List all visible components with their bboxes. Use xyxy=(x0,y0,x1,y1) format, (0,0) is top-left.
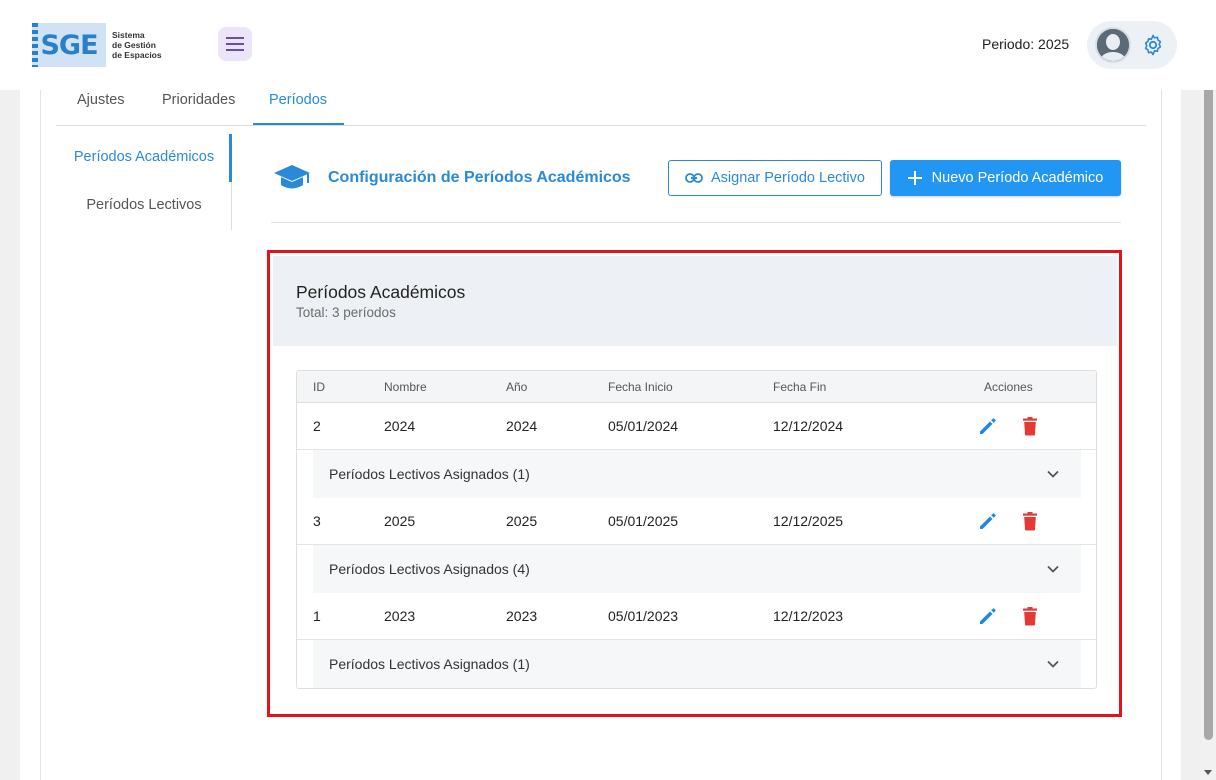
chevron-down-icon xyxy=(1047,660,1059,668)
chevron-down-icon xyxy=(1047,470,1059,478)
table-row: 2 2024 2024 05/01/2024 12/12/2024 xyxy=(297,403,1096,450)
assigned-periods-label: Períodos Lectivos Asignados (1) xyxy=(329,656,530,672)
edit-icon[interactable] xyxy=(977,605,999,627)
link-icon xyxy=(685,173,703,183)
assigned-periods-accordion[interactable]: Períodos Lectivos Asignados (1) xyxy=(313,450,1081,498)
graduation-cap-icon xyxy=(274,165,310,189)
cell-fecha-inicio: 05/01/2023 xyxy=(608,608,679,624)
periods-sidenav: Períodos Académicos Períodos Lectivos xyxy=(56,134,232,230)
column-header-acciones: Acciones xyxy=(984,380,1033,394)
cell-anio: 2025 xyxy=(506,513,538,529)
cell-fecha-fin: 12/12/2024 xyxy=(773,418,844,434)
column-header-fecha-inicio: Fecha Inicio xyxy=(608,380,673,394)
assign-period-button-label: Asignar Período Lectivo xyxy=(711,170,865,186)
logo-subtitle: Sistema de Gestión de Espacios xyxy=(112,30,162,60)
gear-icon[interactable] xyxy=(1141,33,1165,57)
plus-icon xyxy=(907,171,922,185)
sidenav-item-periodos-academicos[interactable]: Períodos Académicos xyxy=(56,149,232,165)
cell-nombre: 2023 xyxy=(384,608,416,624)
edit-icon[interactable] xyxy=(977,415,999,437)
logo-sub-line: de Gestión xyxy=(112,40,156,50)
cell-fecha-fin: 12/12/2025 xyxy=(773,513,844,529)
column-header-fecha-fin: Fecha Fin xyxy=(773,380,827,394)
delete-icon[interactable] xyxy=(1019,510,1041,532)
academic-periods-table: ID Nombre Año Fecha Inicio Fecha Fin Acc… xyxy=(296,370,1097,689)
chevron-down-icon xyxy=(1047,565,1059,573)
assigned-periods-label: Períodos Lectivos Asignados (4) xyxy=(329,561,530,577)
avatar[interactable] xyxy=(1095,27,1131,63)
cell-id: 2 xyxy=(313,418,321,434)
column-header-id: ID xyxy=(313,380,325,394)
new-academic-period-button[interactable]: Nuevo Período Académico xyxy=(890,160,1121,196)
new-academic-period-button-label: Nuevo Período Académico xyxy=(931,170,1104,186)
section-header: Configuración de Períodos Académicos Asi… xyxy=(271,150,1121,223)
settings-tabs: Ajustes Prioridades Períodos xyxy=(56,88,1146,126)
user-silhouette-icon xyxy=(1097,29,1129,61)
sidenav-item-periodos-lectivos[interactable]: Períodos Lectivos xyxy=(56,197,232,213)
page-title: Configuración de Períodos Académicos xyxy=(328,169,631,186)
delete-icon[interactable] xyxy=(1019,605,1041,627)
tab-periodos[interactable]: Períodos xyxy=(269,92,327,108)
cell-anio: 2024 xyxy=(506,418,538,434)
cell-fecha-fin: 12/12/2023 xyxy=(773,608,844,624)
tab-ajustes[interactable]: Ajustes xyxy=(77,92,125,108)
logo-sub-line: Sistema xyxy=(112,30,145,40)
current-period-label: Periodo: 2025 xyxy=(982,36,1070,52)
menu-toggle-button[interactable] xyxy=(218,27,252,61)
logo-mark: SGE xyxy=(32,23,106,67)
hamburger-icon xyxy=(226,37,244,51)
panel-total: Total: 3 períodos xyxy=(296,305,396,320)
cell-id: 3 xyxy=(313,513,321,529)
cell-fecha-inicio: 05/01/2024 xyxy=(608,418,679,434)
logo-sub-line: de Espacios xyxy=(112,50,162,60)
assign-period-button[interactable]: Asignar Período Lectivo xyxy=(668,160,882,196)
cell-fecha-inicio: 05/01/2025 xyxy=(608,513,679,529)
active-sidenav-indicator xyxy=(229,134,232,182)
panel-title: Períodos Académicos xyxy=(296,282,466,302)
assigned-periods-accordion[interactable]: Períodos Lectivos Asignados (1) xyxy=(313,640,1081,688)
table-row: 3 2025 2025 05/01/2025 12/12/2025 xyxy=(297,498,1096,545)
scroll-down-arrow-icon[interactable] xyxy=(1204,770,1212,775)
user-menu[interactable] xyxy=(1087,21,1177,69)
table-header: ID Nombre Año Fecha Inicio Fecha Fin Acc… xyxy=(297,371,1096,403)
assigned-periods-label: Períodos Lectivos Asignados (1) xyxy=(329,466,530,482)
sge-logo[interactable]: SGE Sistema de Gestión de Espacios xyxy=(32,22,172,68)
panel-header: Períodos Académicos Total: 3 períodos xyxy=(273,256,1117,346)
delete-icon[interactable] xyxy=(1019,415,1041,437)
column-header-anio: Año xyxy=(506,380,528,394)
edit-icon[interactable] xyxy=(977,510,999,532)
cell-nombre: 2025 xyxy=(384,513,416,529)
assigned-periods-accordion[interactable]: Períodos Lectivos Asignados (4) xyxy=(313,545,1081,593)
scrollbar-thumb[interactable] xyxy=(1204,84,1213,740)
table-row: 1 2023 2023 05/01/2023 12/12/2023 xyxy=(297,593,1096,640)
logo-text: SGE xyxy=(40,29,98,61)
cell-nombre: 2024 xyxy=(384,418,416,434)
cell-id: 1 xyxy=(313,608,321,624)
column-header-nombre: Nombre xyxy=(384,380,427,394)
active-tab-indicator xyxy=(253,123,344,125)
app-header: SGE Sistema de Gestión de Espacios Perio… xyxy=(0,0,1216,90)
tab-prioridades[interactable]: Prioridades xyxy=(162,92,235,108)
cell-anio: 2023 xyxy=(506,608,538,624)
